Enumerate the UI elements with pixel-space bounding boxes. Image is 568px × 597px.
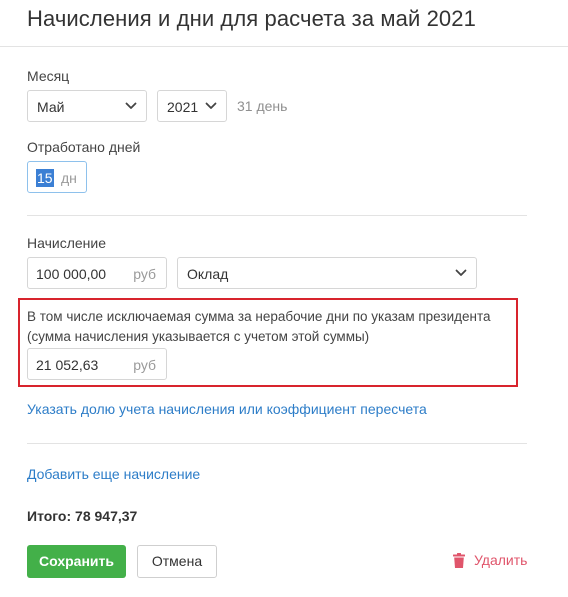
accrual-amount-input[interactable]: 100 000,00 руб [27,257,167,289]
worked-days-unit: дн [61,170,77,186]
section-divider [27,443,527,444]
excluded-sum-input[interactable]: 21 052,63 руб [27,348,167,380]
section-divider [27,215,527,216]
month-days-hint: 31 день [237,98,288,114]
save-button[interactable]: Сохранить [27,545,126,578]
worked-days-input[interactable]: 15 дн [27,161,87,193]
year-select[interactable]: 2021 [157,90,227,122]
accrual-type-select[interactable]: Оклад [177,257,477,289]
excluded-sum-unit: руб [133,357,156,373]
chevron-down-icon [205,102,217,109]
accrual-amount-unit: руб [133,266,156,282]
share-coefficient-link[interactable]: Указать долю учета начисления или коэффи… [27,401,427,417]
trash-icon [453,553,465,568]
month-select-value: Май [37,99,65,115]
accrual-label: Начисление [27,235,106,251]
add-accrual-link[interactable]: Добавить еще начисление [27,466,200,482]
excluded-sum-value: 21 052,63 [36,357,99,373]
total-amount: Итого: 78 947,37 [27,508,138,524]
month-select[interactable]: Май [27,90,147,122]
accrual-type-value: Оклад [187,266,229,282]
year-select-value: 2021 [167,99,199,115]
worked-days-value: 15 [36,169,54,187]
accrual-amount-value: 100 000,00 [36,266,107,282]
worked-days-label: Отработано дней [27,139,141,155]
delete-label: Удалить [474,552,528,568]
dialog-title: Начисления и дни для расчета за май 2021 [27,6,476,31]
month-label: Месяц [27,68,70,84]
excluded-sum-description: В том числе исключаемая сумма за нерабоч… [27,309,491,344]
title-divider [0,46,568,47]
chevron-down-icon [125,102,137,109]
cancel-button[interactable]: Отмена [137,545,217,578]
chevron-down-icon [455,269,467,276]
